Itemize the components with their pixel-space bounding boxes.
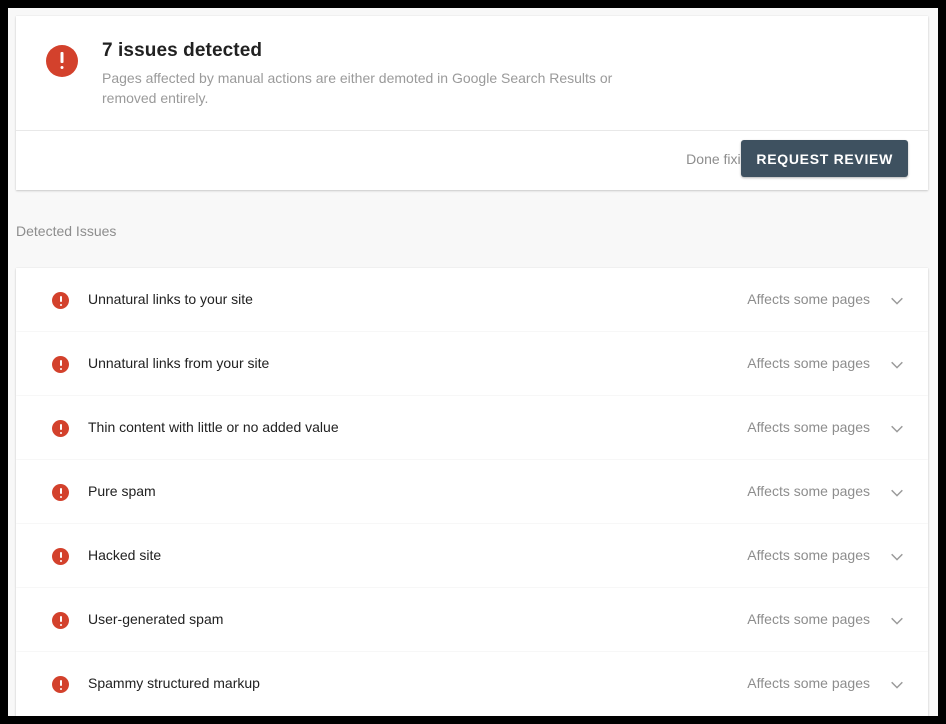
error-alert-icon [46, 45, 78, 77]
summary-body: 7 issues detected Pages affected by manu… [16, 16, 928, 131]
issue-label: Hacked site [88, 547, 161, 563]
summary-actions-bar: Done fixing? REQUEST REVIEW [16, 131, 928, 189]
alert-icon-bar [60, 488, 62, 495]
chevron-down-icon[interactable] [890, 358, 904, 372]
issue-label: Thin content with little or no added val… [88, 419, 339, 435]
issue-row[interactable]: Unnatural links to your site Affects some… [16, 268, 928, 332]
browser-viewport-frame: 7 issues detected Pages affected by manu… [8, 8, 938, 716]
issue-affects-status: Affects some pages [747, 483, 870, 499]
chevron-down-icon[interactable] [890, 678, 904, 692]
alert-icon-dot [61, 66, 64, 69]
summary-alert-icon-wrap [46, 45, 78, 77]
issue-alert-icon-wrap [52, 292, 69, 309]
issues-summary-card: 7 issues detected Pages affected by manu… [16, 16, 928, 190]
alert-icon-bar [60, 424, 62, 431]
chevron-down-icon[interactable] [890, 614, 904, 628]
issue-row[interactable]: Hacked site Affects some pages [16, 524, 928, 588]
error-alert-icon [52, 676, 69, 693]
issue-affects-status: Affects some pages [747, 547, 870, 563]
chevron-down-icon[interactable] [890, 294, 904, 308]
alert-icon-bar [60, 552, 62, 559]
issue-alert-icon-wrap [52, 612, 69, 629]
error-alert-icon [52, 292, 69, 309]
error-alert-icon [52, 356, 69, 373]
issue-affects-status: Affects some pages [747, 291, 870, 307]
issue-affects-status: Affects some pages [747, 675, 870, 691]
issue-affects-status: Affects some pages [747, 611, 870, 627]
alert-icon-dot [60, 688, 62, 690]
issue-row[interactable]: Pure spam Affects some pages [16, 460, 928, 524]
alert-icon-dot [60, 624, 62, 626]
alert-icon-bar [60, 616, 62, 623]
issue-alert-icon-wrap [52, 676, 69, 693]
alert-icon-dot [60, 496, 62, 498]
issue-label: Pure spam [88, 483, 156, 499]
alert-icon-dot [60, 560, 62, 562]
error-alert-icon [52, 420, 69, 437]
issue-row[interactable]: Thin content with little or no added val… [16, 396, 928, 460]
error-alert-icon [52, 484, 69, 501]
alert-icon-bar [61, 52, 64, 63]
alert-icon-dot [60, 304, 62, 306]
alert-icon-dot [60, 368, 62, 370]
page-title: 7 issues detected [102, 39, 688, 63]
alert-icon-bar [60, 296, 62, 303]
issue-label: Spammy structured markup [88, 675, 260, 691]
issue-label: User-generated spam [88, 611, 223, 627]
alert-icon-dot [60, 432, 62, 434]
issue-row[interactable]: Spammy structured markup Affects some pag… [16, 652, 928, 716]
issue-alert-icon-wrap [52, 420, 69, 437]
issue-label: Unnatural links to your site [88, 291, 253, 307]
detected-issues-label: Detected Issues [16, 223, 116, 239]
issue-affects-status: Affects some pages [747, 355, 870, 371]
issue-row[interactable]: User-generated spam Affects some pages [16, 588, 928, 652]
issue-affects-status: Affects some pages [747, 419, 870, 435]
error-alert-icon [52, 548, 69, 565]
error-alert-icon [52, 612, 69, 629]
issue-alert-icon-wrap [52, 548, 69, 565]
alert-icon-bar [60, 360, 62, 367]
request-review-button[interactable]: REQUEST REVIEW [741, 140, 908, 177]
issue-label: Unnatural links from your site [88, 355, 269, 371]
alert-icon-bar [60, 680, 62, 687]
issue-row[interactable]: Unnatural links from your site Affects so… [16, 332, 928, 396]
chevron-down-icon[interactable] [890, 486, 904, 500]
chevron-down-icon[interactable] [890, 422, 904, 436]
manual-actions-page: 7 issues detected Pages affected by manu… [8, 8, 938, 716]
issue-alert-icon-wrap [52, 356, 69, 373]
issue-alert-icon-wrap [52, 484, 69, 501]
chevron-down-icon[interactable] [890, 550, 904, 564]
summary-text-block: 7 issues detected Pages affected by manu… [102, 39, 688, 108]
summary-description: Pages affected by manual actions are eit… [102, 68, 654, 108]
